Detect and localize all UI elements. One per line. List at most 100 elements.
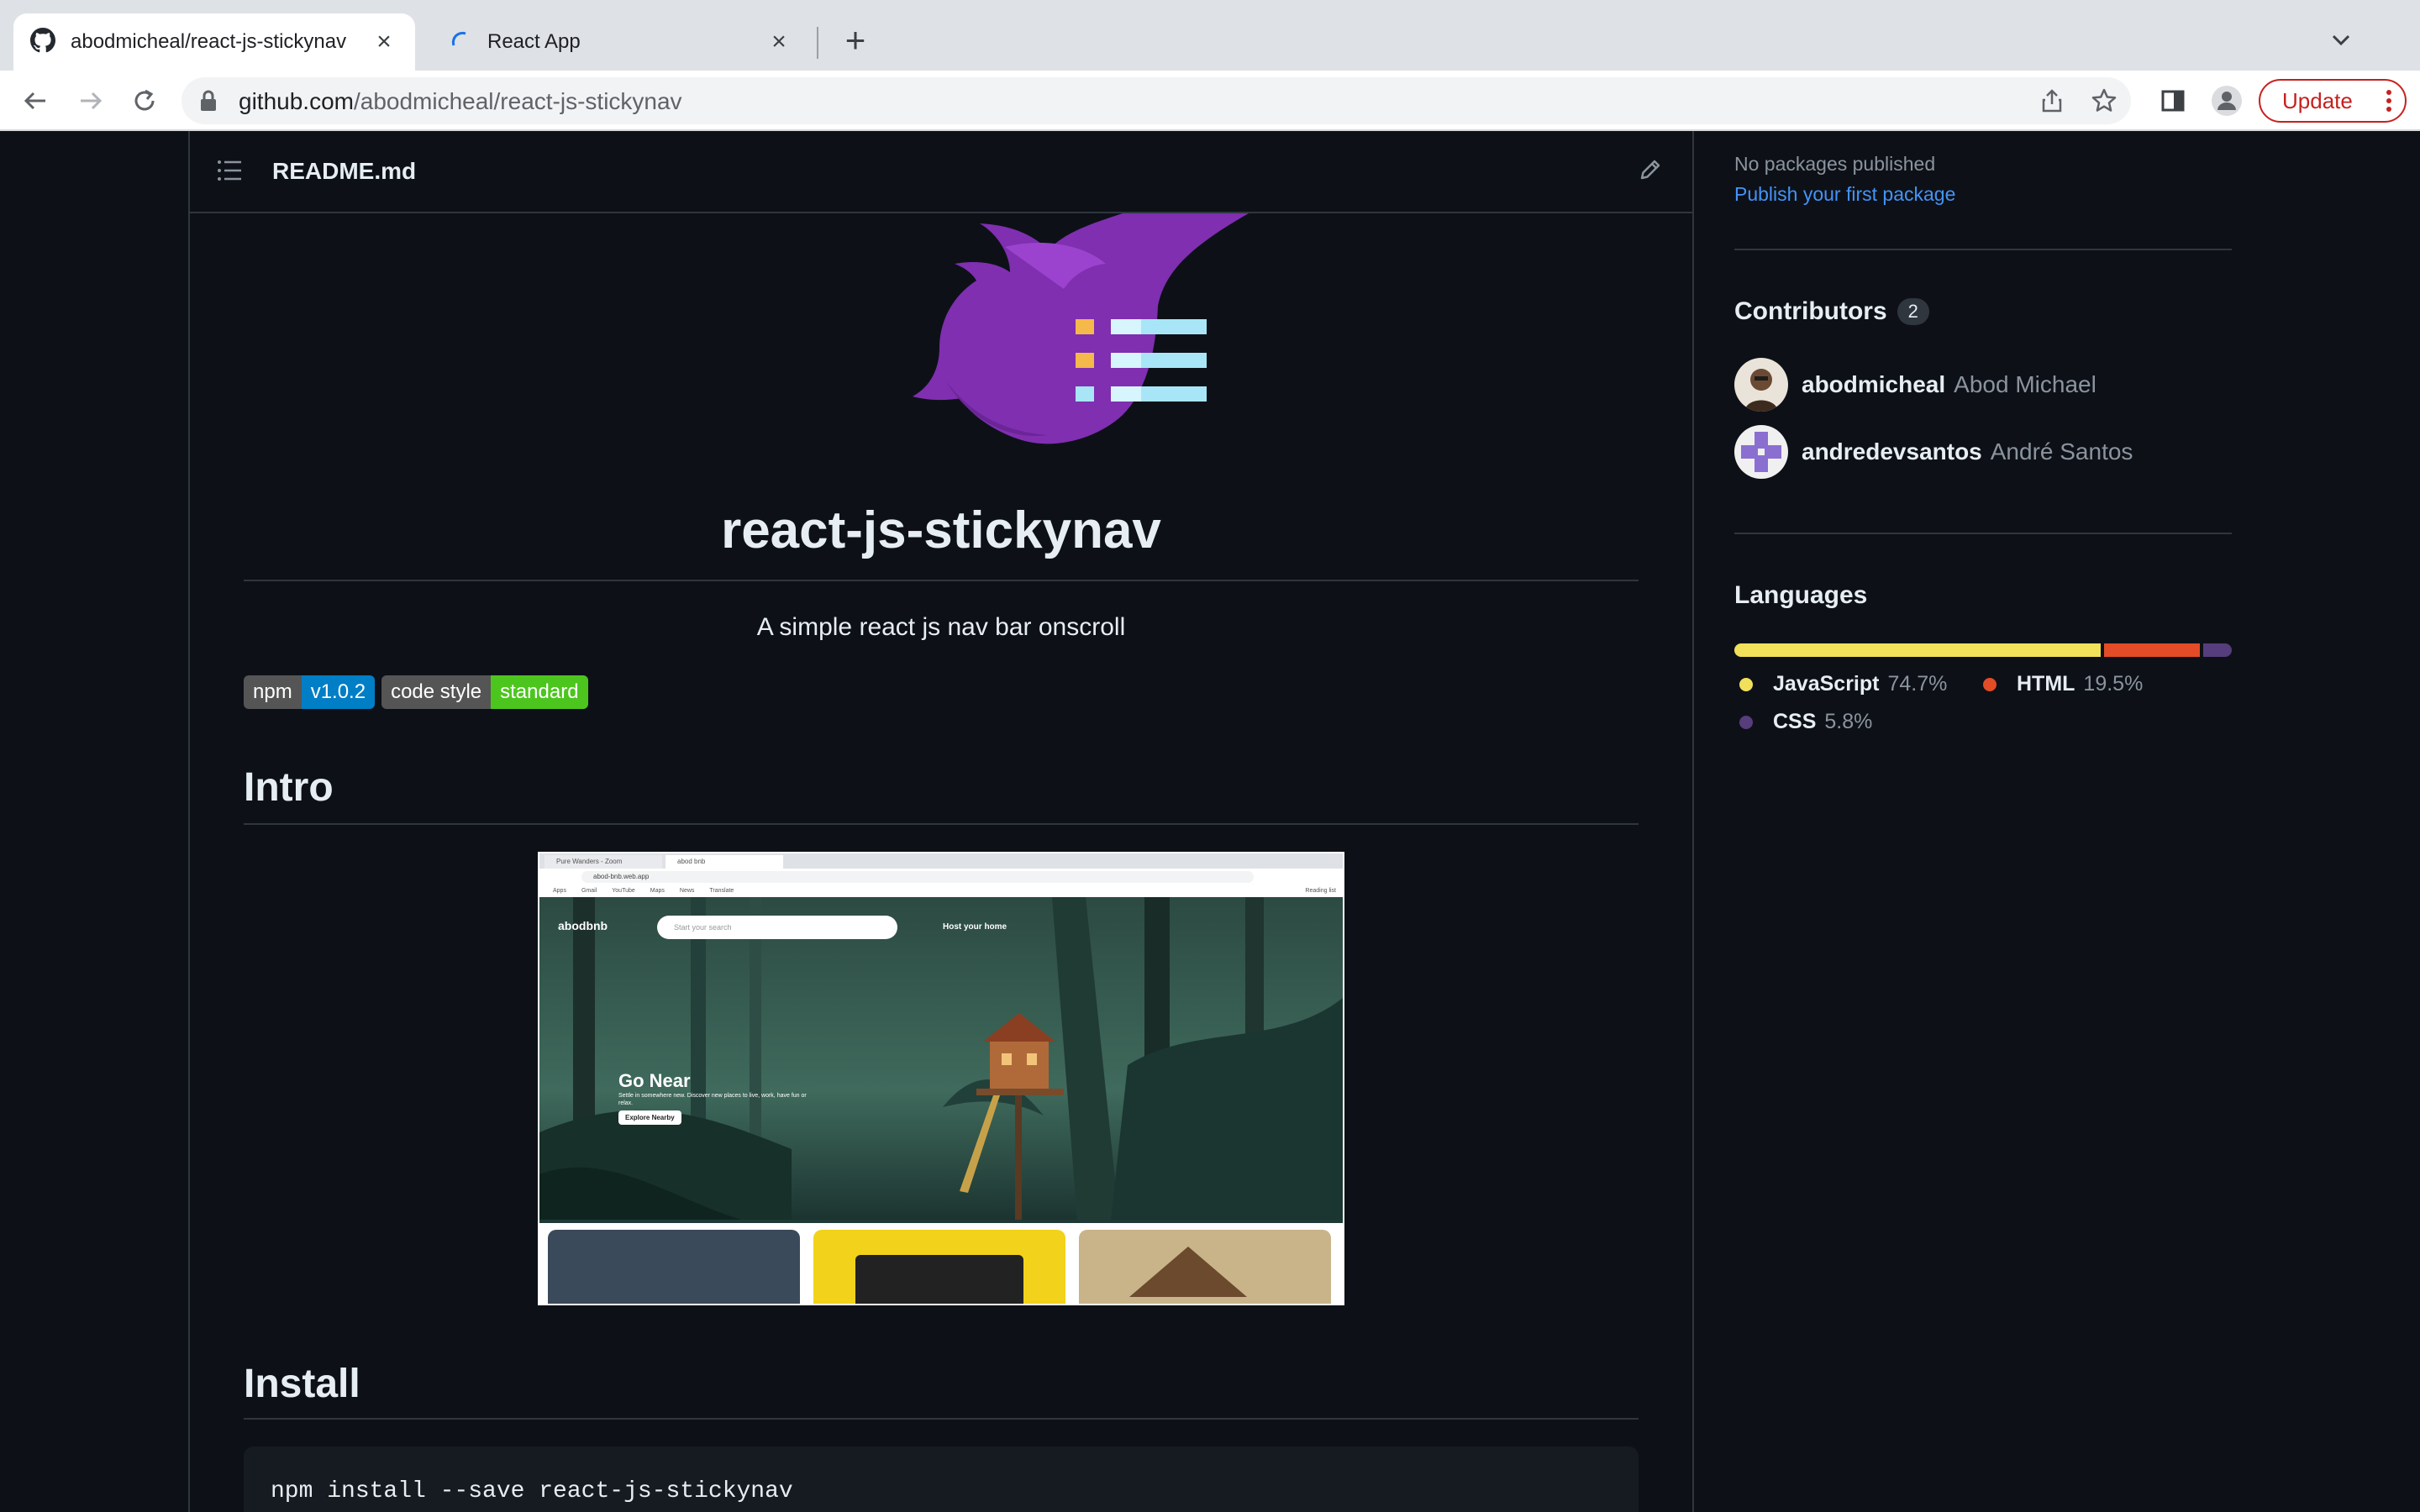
profile-avatar-icon[interactable] xyxy=(2208,82,2245,119)
contributor-login[interactable]: abodmicheal xyxy=(1802,371,1945,398)
shot-bookmark: Translate xyxy=(709,888,734,894)
intro-screenshot[interactable]: Pure Wanders - Zoom abod bnb abod-bnb.we… xyxy=(538,852,1344,1305)
readme-title: react-js-stickynav xyxy=(721,501,1161,559)
browser-toolbar: github.com/abodmicheal/react-js-stickyna… xyxy=(0,71,2420,131)
language-item[interactable]: JavaScript 74.7% xyxy=(1739,672,1947,696)
github-icon xyxy=(30,27,55,57)
divider xyxy=(244,1418,1639,1420)
badge-value: standard xyxy=(491,675,588,709)
shot-bookmark: Maps xyxy=(650,888,665,894)
avatar[interactable] xyxy=(1734,358,1788,412)
update-label: Update xyxy=(2282,87,2353,113)
language-dot xyxy=(1739,677,1753,691)
shot-card xyxy=(548,1230,800,1304)
contributors-heading[interactable]: Contributors 2 xyxy=(1734,297,1929,326)
language-bar-segment xyxy=(2104,643,2201,657)
language-dot xyxy=(1983,677,1996,691)
lock-icon[interactable] xyxy=(198,89,218,117)
code-style-badge[interactable]: code style standard xyxy=(381,675,588,709)
shot-toolbar: abod-bnb.web.app xyxy=(539,869,1343,885)
badge-label: npm xyxy=(244,675,302,709)
publish-package-link[interactable]: Publish your first package xyxy=(1734,183,1955,206)
divider xyxy=(244,580,1639,581)
shot-bookmark: Reading list xyxy=(1305,888,1336,894)
packages-text: No packages published xyxy=(1734,153,1936,175)
shot-hero-illustration xyxy=(539,897,1343,1220)
more-menu-icon[interactable] xyxy=(2385,87,2393,120)
outline-list-icon[interactable] xyxy=(217,160,242,186)
badge-value: v1.0.2 xyxy=(301,675,376,709)
share-icon[interactable] xyxy=(2037,86,2067,116)
tab-title: React App xyxy=(487,30,581,53)
contributors-title: Contributors xyxy=(1734,297,1887,325)
tab-search-chevron-icon[interactable] xyxy=(2323,22,2360,59)
shot-host-link: Host your home xyxy=(943,922,1007,932)
shot-bookmark: Gmail xyxy=(581,888,597,894)
intro-heading: Intro xyxy=(244,765,334,810)
shot-bookmark: News xyxy=(679,888,695,894)
contributor-row[interactable]: andredevsantos André Santos xyxy=(1734,425,2133,479)
language-name: JavaScript xyxy=(1773,672,1880,696)
forward-icon[interactable] xyxy=(72,82,109,119)
language-bar xyxy=(1734,643,2232,657)
language-item[interactable]: CSS 5.8% xyxy=(1739,710,1872,734)
reload-icon[interactable] xyxy=(126,82,163,119)
language-percent: 74.7% xyxy=(1887,672,1948,696)
contributor-login[interactable]: andredevsantos xyxy=(1802,438,1982,465)
side-panel-icon[interactable] xyxy=(2154,82,2191,119)
language-bar-segment xyxy=(2203,643,2232,657)
bookmark-star-icon[interactable] xyxy=(2089,86,2119,116)
tab-strip: abodmicheal/react-js-stickynav × React A… xyxy=(0,0,2420,71)
loading-spinner-icon xyxy=(449,29,472,56)
npm-version-badge[interactable]: npm v1.0.2 xyxy=(244,675,376,709)
tab-react-app[interactable]: React App × xyxy=(432,13,810,71)
url-path: /abodmicheal/react-js-stickynav xyxy=(353,88,682,114)
tab-close-icon[interactable]: × xyxy=(370,28,398,56)
install-code-block[interactable]: npm install --save react-js-stickynav xyxy=(244,1446,1639,1512)
language-dot xyxy=(1739,715,1753,729)
languages-heading: Languages xyxy=(1734,581,1868,609)
language-item[interactable]: HTML 19.5% xyxy=(1983,672,2143,696)
readme-filename[interactable]: README.md xyxy=(272,158,416,185)
edit-pencil-icon[interactable] xyxy=(1637,156,1664,187)
shot-bookmark: YouTube xyxy=(612,888,635,894)
shot-cards xyxy=(539,1223,1343,1304)
shot-card xyxy=(1079,1230,1331,1304)
language-percent: 19.5% xyxy=(2083,672,2144,696)
readme-subtitle: A simple react js nav bar onscroll xyxy=(756,613,1126,641)
contributors-count-badge: 2 xyxy=(1897,298,1929,325)
contributor-name: André Santos xyxy=(1990,438,2133,465)
divider xyxy=(244,823,1639,825)
divider xyxy=(1734,533,2232,534)
shot-tabstrip: Pure Wanders - Zoom abod bnb xyxy=(539,853,1343,869)
shot-bookmark: Apps xyxy=(553,888,566,894)
language-bar-segment xyxy=(1734,643,2102,657)
shot-bookmarks: Apps Gmail YouTube Maps News Translate R… xyxy=(539,885,1343,897)
url-text[interactable]: github.com/abodmicheal/react-js-stickyna… xyxy=(239,88,682,115)
tab-title: abodmicheal/react-js-stickynav xyxy=(71,30,347,53)
avatar[interactable] xyxy=(1734,425,1788,479)
shot-brand: abodbnb xyxy=(558,919,608,932)
contributor-name: Abod Michael xyxy=(1954,371,2096,397)
shot-hero-text: Settle in somewhere new. Discover new pl… xyxy=(618,1093,807,1106)
install-command: npm install --save react-js-stickynav xyxy=(271,1478,793,1504)
url-host: github.com xyxy=(239,88,354,114)
contributor-row[interactable]: abodmicheal Abod Michael xyxy=(1734,358,2096,412)
shot-tab: Pure Wanders - Zoom xyxy=(544,855,662,869)
project-logo xyxy=(812,213,1282,453)
shot-url: abod-bnb.web.app xyxy=(581,871,1254,883)
shot-tab: abod bnb xyxy=(666,855,783,869)
tab-github[interactable]: abodmicheal/react-js-stickynav × xyxy=(13,13,415,71)
back-icon[interactable] xyxy=(17,82,54,119)
language-name: HTML xyxy=(2017,672,2075,696)
readme-panel: README.md react-js-stickynav A simple re… xyxy=(188,131,1694,1512)
readme-header: README.md xyxy=(190,131,1692,213)
language-percent: 5.8% xyxy=(1824,710,1873,733)
tab-close-icon[interactable]: × xyxy=(765,28,793,56)
shot-card xyxy=(813,1230,1065,1304)
update-button[interactable]: Update xyxy=(2259,79,2407,123)
shot-hero-button: Explore Nearby xyxy=(618,1110,681,1125)
shot-hero-title: Go Near xyxy=(618,1070,691,1091)
new-tab-icon[interactable]: + xyxy=(837,22,874,59)
address-bar[interactable]: github.com/abodmicheal/react-js-stickyna… xyxy=(182,77,2131,124)
